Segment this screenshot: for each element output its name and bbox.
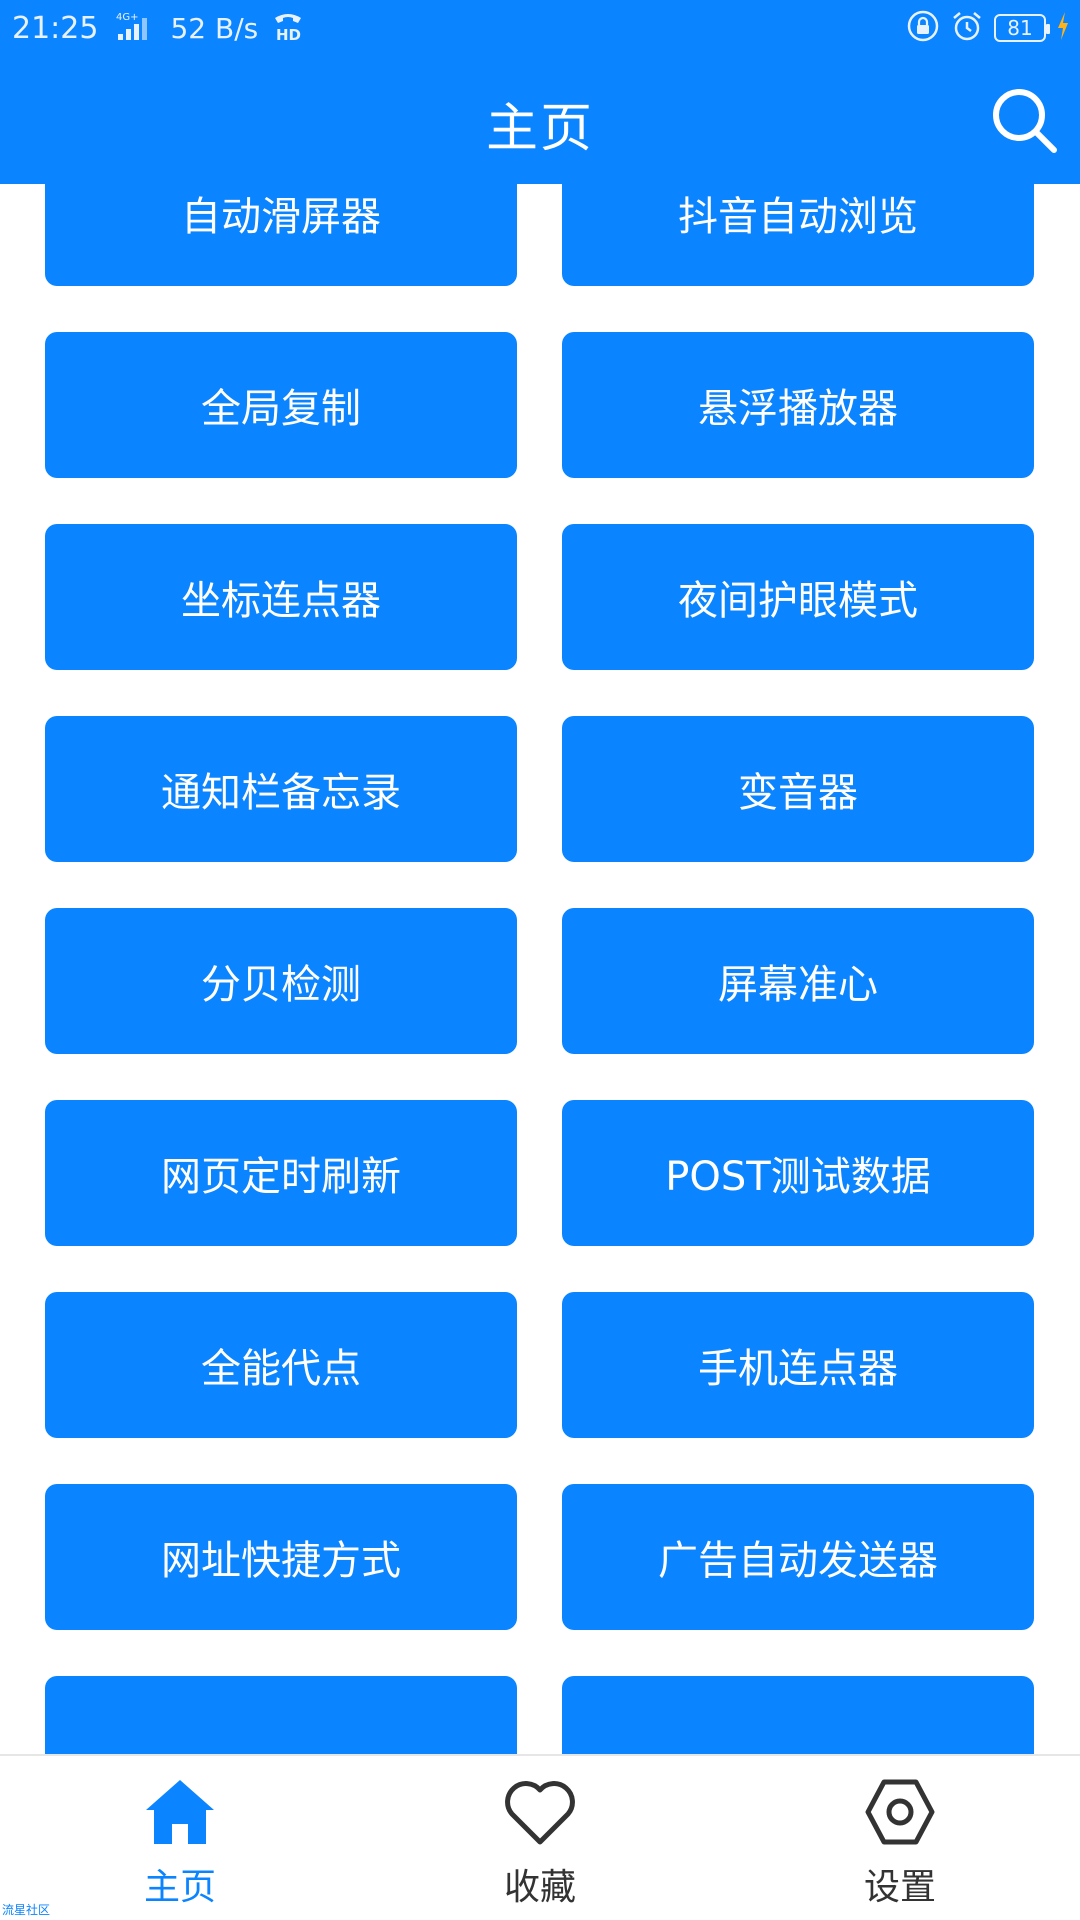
tool-partial-tile-left[interactable] — [45, 1676, 517, 1754]
search-button[interactable] — [988, 84, 1060, 156]
screen: 21:25 4G+ 52 B/s HD 81 主页 自动滑屏器 抖音自动浏览 全… — [0, 0, 1080, 1920]
signal-icon: 4G+ — [112, 10, 156, 46]
tool-douyin-auto-browse-button[interactable]: 抖音自动浏览 — [562, 184, 1034, 286]
nav-home[interactable]: 主页 — [80, 1774, 280, 1914]
nav-settings[interactable]: 设置 — [800, 1774, 1000, 1914]
tool-all-in-one-clicker-button[interactable]: 全能代点 — [45, 1292, 517, 1438]
tool-night-mode-button[interactable]: 夜间护眼模式 — [562, 524, 1034, 670]
hd-call-icon: HD — [272, 10, 304, 46]
watermark: 流星社区 — [2, 1903, 51, 1917]
network-speed: 52 B/s — [170, 11, 259, 45]
tool-ad-auto-sender-button[interactable]: 广告自动发送器 — [562, 1484, 1034, 1630]
tool-webpage-refresh-button[interactable]: 网页定时刷新 — [45, 1100, 517, 1246]
nav-home-label: 主页 — [143, 1867, 216, 1908]
battery-indicator: 81 — [994, 14, 1050, 42]
nav-favorites[interactable]: 收藏 — [440, 1774, 640, 1914]
bottom-nav: 主页 收藏 设置 — [0, 1754, 1080, 1920]
hd-label: HD — [276, 26, 301, 42]
tool-screen-crosshair-button[interactable]: 屏幕准心 — [562, 908, 1034, 1054]
alarm-icon — [950, 9, 984, 47]
status-time: 21:25 — [12, 10, 99, 46]
settings-icon — [865, 1779, 935, 1845]
home-icon — [146, 1780, 214, 1844]
tool-auto-scroll-button[interactable]: 自动滑屏器 — [45, 184, 517, 286]
tool-coordinate-clicker-button[interactable]: 坐标连点器 — [45, 524, 517, 670]
nav-settings-label: 设置 — [863, 1867, 936, 1908]
tool-voice-changer-button[interactable]: 变音器 — [562, 716, 1034, 862]
tool-grid-scroll[interactable]: 自动滑屏器 抖音自动浏览 全局复制 悬浮播放器 坐标连点器 夜间护眼模式 通知栏… — [0, 184, 1080, 1754]
status-left: 21:25 4G+ 52 B/s HD — [12, 8, 304, 48]
tool-phone-clicker-button[interactable]: 手机连点器 — [562, 1292, 1034, 1438]
app-bar: 主页 — [0, 56, 1080, 184]
tool-post-test-button[interactable]: POST测试数据 — [562, 1100, 1034, 1246]
tool-notification-memo-button[interactable]: 通知栏备忘录 — [45, 716, 517, 862]
nav-favorites-label: 收藏 — [503, 1867, 576, 1908]
tool-floating-player-button[interactable]: 悬浮播放器 — [562, 332, 1034, 478]
heart-icon — [505, 1781, 575, 1845]
search-icon — [993, 89, 1057, 153]
charging-icon — [1056, 11, 1070, 45]
tool-partial-tile-right[interactable] — [562, 1676, 1034, 1754]
network-type: 4G+ — [116, 12, 139, 23]
tool-global-copy-button[interactable]: 全局复制 — [45, 332, 517, 478]
status-bar: 21:25 4G+ 52 B/s HD 81 — [0, 0, 1080, 56]
status-right: 81 — [906, 8, 1070, 48]
tool-url-shortcut-button[interactable]: 网址快捷方式 — [45, 1484, 517, 1630]
tool-decibel-meter-button[interactable]: 分贝检测 — [45, 908, 517, 1054]
rotation-lock-icon — [906, 9, 940, 47]
page-title: 主页 — [485, 99, 594, 159]
